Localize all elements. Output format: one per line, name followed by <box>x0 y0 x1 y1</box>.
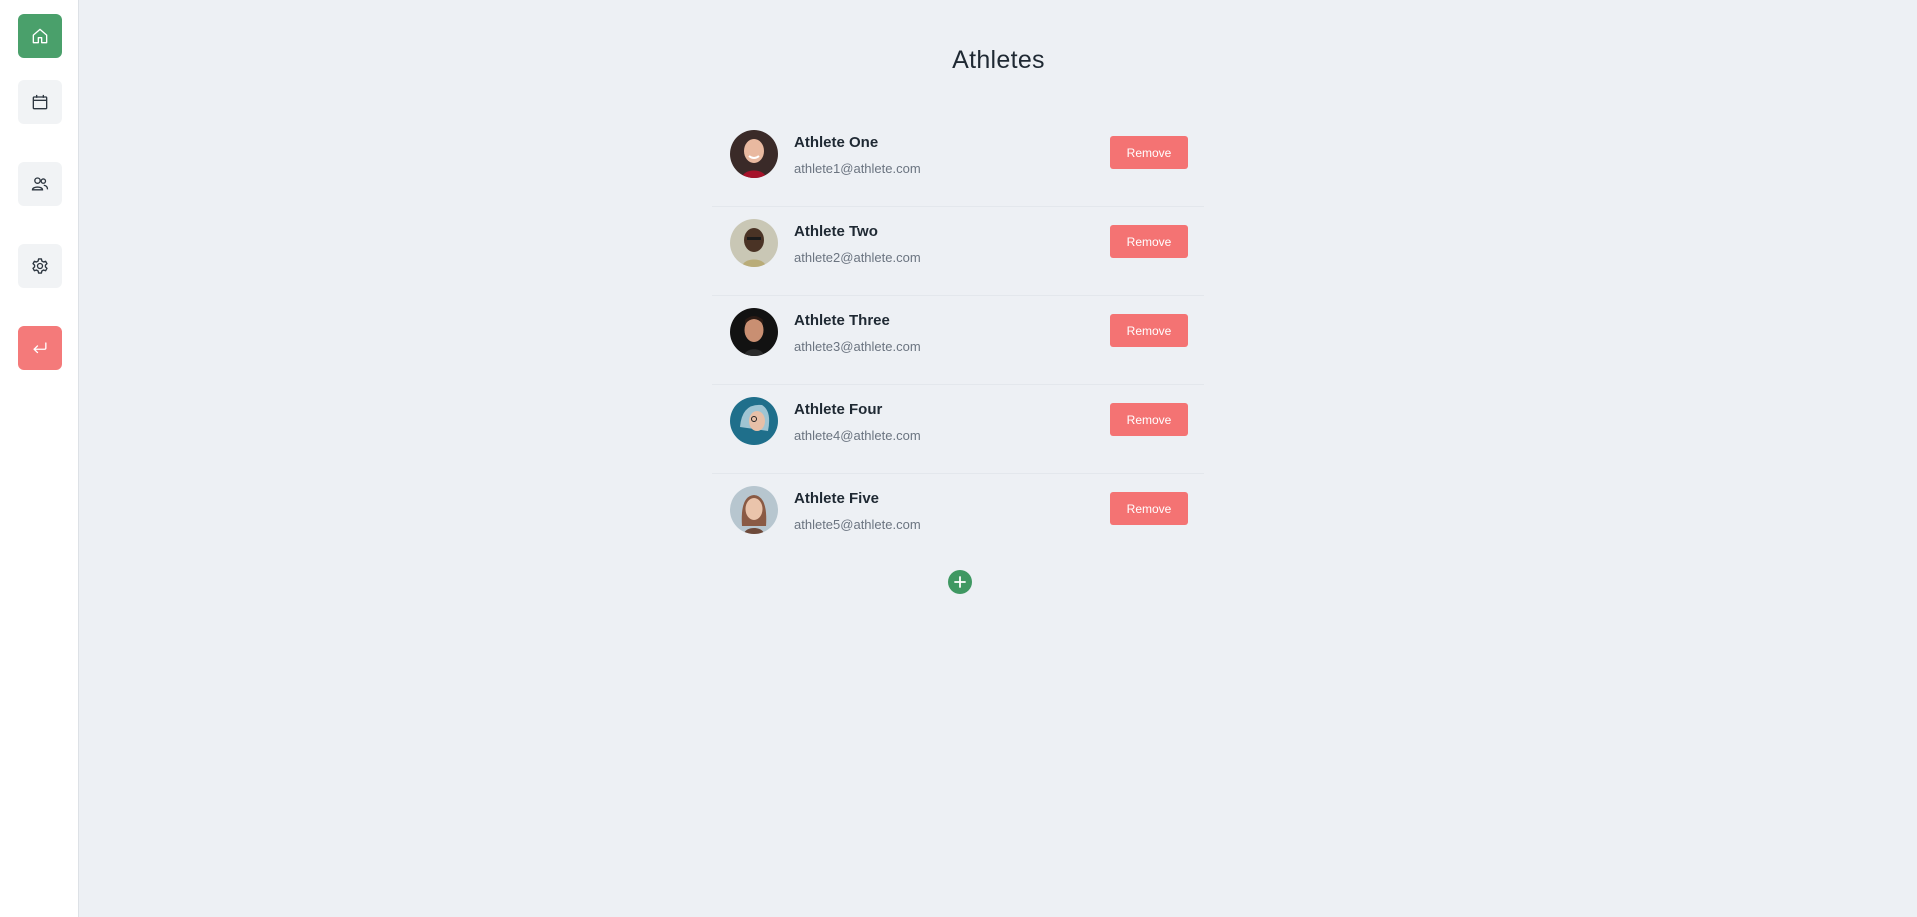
athlete-list: Athlete One athlete1@athlete.com Remove … <box>712 118 1204 563</box>
athlete-email: athlete3@athlete.com <box>794 339 921 354</box>
athlete-email: athlete4@athlete.com <box>794 428 921 443</box>
remove-athlete-button[interactable]: Remove <box>1110 136 1188 169</box>
athlete-name: Athlete Four <box>794 401 883 418</box>
page-title: Athletes <box>952 46 1045 74</box>
athlete-name: Athlete Two <box>794 223 878 240</box>
main-content: Athletes Athlete One athlete1@athlete.co… <box>80 0 1917 917</box>
remove-athlete-button[interactable]: Remove <box>1110 225 1188 258</box>
plus-icon <box>954 576 966 588</box>
athlete-name: Athlete Five <box>794 490 880 507</box>
remove-athlete-button[interactable]: Remove <box>1110 314 1188 347</box>
athlete-name: Athlete One <box>794 134 879 151</box>
athlete-email: athlete5@athlete.com <box>794 517 921 532</box>
athlete-row: Athlete Four athlete4@athlete.com Remove <box>712 385 1204 474</box>
athlete-row: Athlete One athlete1@athlete.com Remove <box>712 118 1204 207</box>
nav-athletes-button[interactable] <box>18 162 62 206</box>
athlete-row: Athlete Three athlete3@athlete.com Remov… <box>712 296 1204 385</box>
home-icon <box>32 28 48 44</box>
athlete-email: athlete1@athlete.com <box>794 161 921 176</box>
gear-icon <box>32 258 48 274</box>
athlete-name: Athlete Three <box>794 312 890 329</box>
users-icon <box>31 177 49 191</box>
avatar <box>730 397 778 445</box>
add-athlete-button[interactable] <box>948 570 972 594</box>
nav-calendar-button[interactable] <box>18 80 62 124</box>
avatar <box>730 130 778 178</box>
athlete-row: Athlete Two athlete2@athlete.com Remove <box>712 207 1204 296</box>
nav-settings-button[interactable] <box>18 244 62 288</box>
remove-athlete-button[interactable]: Remove <box>1110 492 1188 525</box>
nav-home-button[interactable] <box>18 14 62 58</box>
remove-athlete-button[interactable]: Remove <box>1110 403 1188 436</box>
athlete-email: athlete2@athlete.com <box>794 250 921 265</box>
avatar <box>730 219 778 267</box>
athlete-row: Athlete Five athlete5@athlete.com Remove <box>712 474 1204 563</box>
avatar <box>730 486 778 534</box>
avatar <box>730 308 778 356</box>
logout-icon <box>33 342 47 354</box>
sidebar <box>0 0 79 917</box>
calendar-icon <box>32 94 48 110</box>
logout-button[interactable] <box>18 326 62 370</box>
